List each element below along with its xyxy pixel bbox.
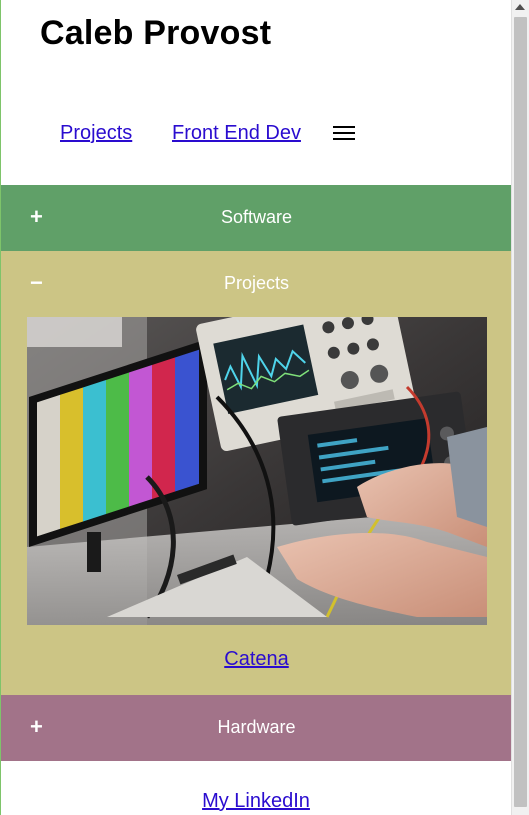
vertical-scrollbar[interactable] — [511, 0, 529, 815]
project-link-catena[interactable]: Catena — [1, 648, 511, 671]
hamburger-line — [333, 138, 355, 140]
accordion-hardware-label: Hardware — [217, 717, 296, 737]
scroll-up-arrow-icon[interactable] — [515, 4, 525, 10]
accordion-software[interactable]: + Software — [1, 185, 511, 251]
hamburger-line — [333, 132, 355, 134]
accordion-software-label: Software — [220, 207, 293, 227]
nav-link-front-end-dev[interactable]: Front End Dev — [172, 122, 301, 145]
accordion-projects[interactable]: − Projects Catena — [1, 251, 511, 695]
site-title: Caleb Provost — [40, 14, 272, 52]
project-photo-electronics-lab — [27, 317, 487, 625]
linkedin-link[interactable]: My LinkedIn — [1, 790, 511, 813]
hamburger-line — [333, 126, 355, 128]
page: Caleb Provost Projects Front End Dev + S… — [0, 0, 511, 815]
accordion-hardware[interactable]: + Hardware — [1, 695, 511, 761]
accordion-projects-header[interactable]: − Projects — [1, 251, 511, 317]
scrollbar-thumb[interactable] — [514, 17, 527, 807]
accordion-software-header[interactable]: + Software — [1, 185, 511, 251]
hamburger-menu-icon[interactable] — [333, 125, 355, 141]
accordion-hardware-header[interactable]: + Hardware — [1, 695, 511, 761]
accordion-projects-label: Projects — [223, 273, 290, 293]
nav-link-projects[interactable]: Projects — [60, 122, 132, 145]
